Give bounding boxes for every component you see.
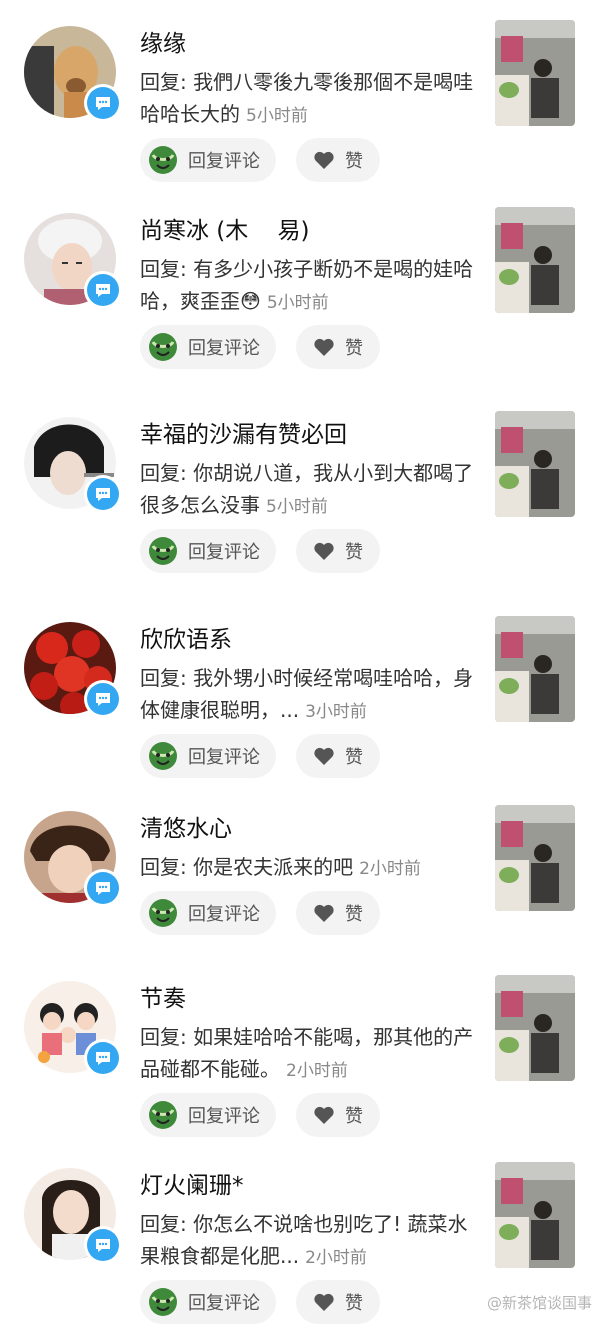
- message-bubble-icon: [84, 271, 122, 309]
- comment-text: 回复: 我們八零後九零後那個不是喝哇哈哈长大的 5小时前: [140, 66, 475, 132]
- watermelon-emoji-icon: [149, 742, 177, 770]
- video-thumbnail[interactable]: [495, 975, 575, 1081]
- like-label: 赞: [345, 542, 363, 563]
- comment-text: 回复: 你胡说八道，我从小到大都喝了很多怎么没事 5小时前: [140, 457, 475, 523]
- reply-comment-button[interactable]: 回复评论: [140, 325, 276, 369]
- comment-author[interactable]: 欣欣语系: [140, 620, 232, 654]
- message-bubble-icon: [84, 475, 122, 513]
- like-label: 赞: [345, 338, 363, 359]
- reply-comment-label: 回复评论: [188, 338, 260, 359]
- timestamp: 3小时前: [305, 702, 367, 722]
- like-button[interactable]: 赞: [296, 891, 380, 935]
- like-label: 赞: [345, 747, 363, 768]
- comment-author[interactable]: 幸福的沙漏有赞必回: [140, 415, 347, 449]
- video-thumbnail[interactable]: [495, 411, 575, 517]
- comment-author[interactable]: 尚寒冰 (木 易): [140, 211, 310, 245]
- timestamp: 5小时前: [266, 293, 329, 313]
- video-thumbnail[interactable]: [495, 805, 575, 911]
- heart-icon: [314, 747, 334, 765]
- comment-author[interactable]: 节奏: [140, 979, 186, 1013]
- video-thumbnail[interactable]: [495, 616, 575, 722]
- message-bubble-icon: [84, 1039, 122, 1077]
- timestamp: 2小时前: [286, 1061, 348, 1081]
- watermelon-emoji-icon: [149, 146, 177, 174]
- heart-icon: [314, 1106, 334, 1124]
- timestamp: 2小时前: [305, 1248, 367, 1268]
- watermark: @新茶馆谈国事: [486, 1294, 592, 1312]
- reply-comment-label: 回复评论: [188, 1293, 260, 1314]
- like-label: 赞: [345, 151, 363, 172]
- comment-text: 回复: 有多少小孩子断奶不是喝的娃哈哈，爽歪歪😳 5小时前: [140, 253, 475, 319]
- comment-text: 回复: 你怎么不说啥也别吃了! 蔬菜水果粮食都是化肥... 2小时前: [140, 1208, 475, 1274]
- like-button[interactable]: 赞: [296, 138, 380, 182]
- heart-icon: [314, 542, 334, 560]
- watermelon-emoji-icon: [149, 1101, 177, 1129]
- heart-icon: [314, 1293, 334, 1311]
- video-thumbnail[interactable]: [495, 207, 575, 313]
- reply-text: 回复: 你是农夫派来的吧: [140, 855, 354, 879]
- comment-author[interactable]: 灯火阑珊*: [140, 1166, 244, 1200]
- video-thumbnail[interactable]: [495, 1162, 575, 1268]
- like-label: 赞: [345, 1106, 363, 1127]
- reply-text: 回复: 你怎么不说啥也别吃了! 蔬菜水果粮食都是化肥...: [140, 1212, 468, 1268]
- watermelon-emoji-icon: [149, 333, 177, 361]
- reply-comment-button[interactable]: 回复评论: [140, 891, 276, 935]
- watermelon-emoji-icon: [149, 899, 177, 927]
- reply-comment-button[interactable]: 回复评论: [140, 1280, 276, 1324]
- reply-comment-button[interactable]: 回复评论: [140, 138, 276, 182]
- like-label: 赞: [345, 904, 363, 925]
- timestamp: 2小时前: [359, 859, 421, 879]
- like-label: 赞: [345, 1293, 363, 1314]
- comment-author[interactable]: 清悠水心: [140, 809, 232, 843]
- message-bubble-icon: [84, 84, 122, 122]
- watermelon-emoji-icon: [149, 1288, 177, 1316]
- like-button[interactable]: 赞: [296, 529, 380, 573]
- message-bubble-icon: [84, 869, 122, 907]
- video-thumbnail[interactable]: [495, 20, 575, 126]
- reply-comment-label: 回复评论: [188, 904, 260, 925]
- comment-text: 回复: 如果娃哈哈不能喝，那其他的产品碰都不能碰。 2小时前: [140, 1021, 475, 1087]
- timestamp: 5小时前: [246, 106, 308, 126]
- reply-comment-button[interactable]: 回复评论: [140, 529, 276, 573]
- comment-text: 回复: 你是农夫派来的吧 2小时前: [140, 851, 475, 885]
- heart-icon: [314, 338, 334, 356]
- comment-text: 回复: 我外甥小时候经常喝哇哈哈，身体健康很聪明，... 3小时前: [140, 662, 475, 728]
- like-button[interactable]: 赞: [296, 734, 380, 778]
- reply-comment-label: 回复评论: [188, 151, 260, 172]
- reply-comment-button[interactable]: 回复评论: [140, 1093, 276, 1137]
- like-button[interactable]: 赞: [296, 1093, 380, 1137]
- reply-comment-label: 回复评论: [188, 542, 260, 563]
- message-bubble-icon: [84, 680, 122, 718]
- message-bubble-icon: [84, 1226, 122, 1264]
- timestamp: 5小时前: [266, 497, 328, 517]
- like-button[interactable]: 赞: [296, 1280, 380, 1324]
- watermelon-emoji-icon: [149, 537, 177, 565]
- like-button[interactable]: 赞: [296, 325, 380, 369]
- heart-icon: [314, 904, 334, 922]
- comment-author[interactable]: 缘缘: [140, 24, 186, 58]
- reply-comment-label: 回复评论: [188, 1106, 260, 1127]
- reply-comment-label: 回复评论: [188, 747, 260, 768]
- heart-icon: [314, 151, 334, 169]
- reply-comment-button[interactable]: 回复评论: [140, 734, 276, 778]
